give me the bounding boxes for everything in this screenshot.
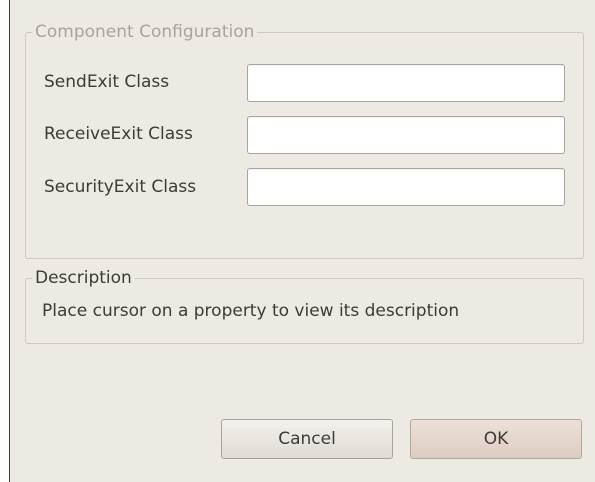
sendexit-class-input[interactable] xyxy=(247,64,565,102)
description-text: Place cursor on a property to view its d… xyxy=(42,301,460,321)
sendexit-class-label: SendExit Class xyxy=(44,72,170,92)
dialog-panel: Component Configuration SendExit Class R… xyxy=(9,0,595,482)
component-configuration-group: Component Configuration SendExit Class R… xyxy=(25,19,584,259)
securityexit-class-label: SecurityExit Class xyxy=(44,177,197,197)
ok-button[interactable]: OK xyxy=(410,419,582,459)
description-legend: Description xyxy=(32,265,135,291)
receiveexit-class-input[interactable] xyxy=(247,116,565,154)
receiveexit-class-label: ReceiveExit Class xyxy=(44,124,193,144)
securityexit-class-input[interactable] xyxy=(247,168,565,206)
cancel-button[interactable]: Cancel xyxy=(221,419,393,459)
component-configuration-legend: Component Configuration xyxy=(32,19,258,45)
description-group: Description Place cursor on a property t… xyxy=(25,265,584,344)
